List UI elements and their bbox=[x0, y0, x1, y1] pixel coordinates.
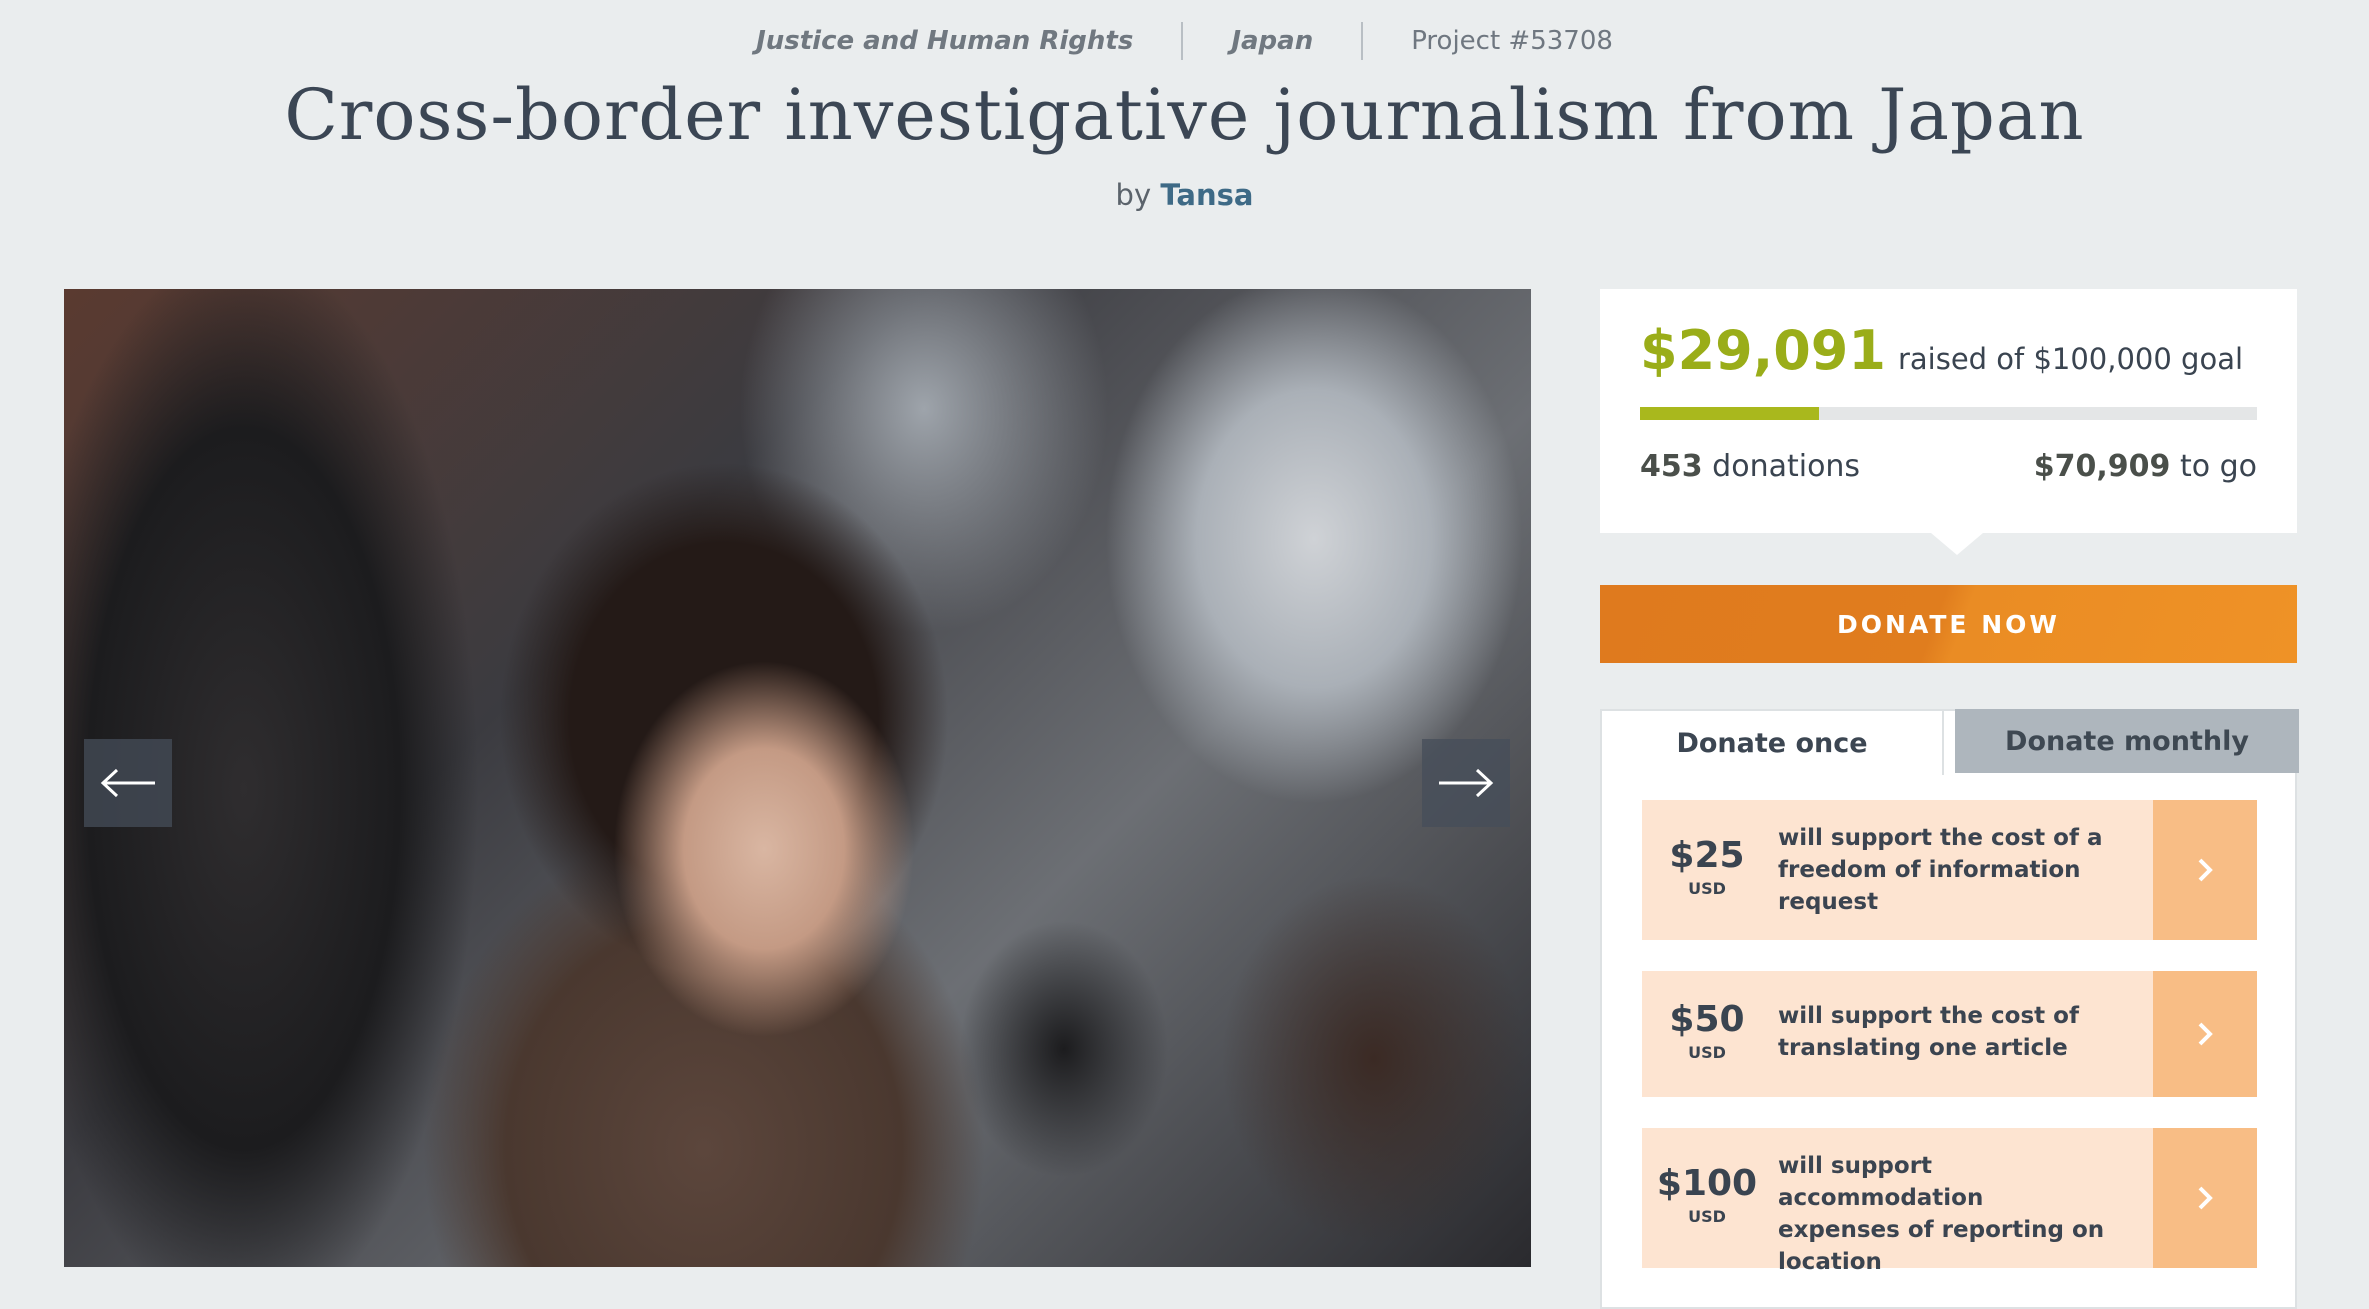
arrow-left-icon bbox=[100, 768, 155, 798]
option-amount-value: $100 bbox=[1656, 1163, 1758, 1204]
project-photo bbox=[64, 289, 1531, 1267]
to-go-number: $70,909 bbox=[2033, 449, 2171, 484]
option-currency: USD bbox=[1688, 1207, 1726, 1226]
option-amount-value: $50 bbox=[1669, 999, 1745, 1040]
donation-option-25[interactable]: $25 USD will support the cost of a freed… bbox=[1642, 800, 2257, 940]
carousel-next-button[interactable] bbox=[1422, 739, 1510, 827]
breadcrumb-country-link[interactable]: Japan bbox=[1183, 24, 1361, 58]
funding-progress-fill bbox=[1640, 407, 1820, 420]
arrow-right-icon bbox=[1439, 768, 1494, 798]
raised-row: $29,091 raised of $100,000 goal bbox=[1640, 319, 2243, 382]
option-description: will support the cost of translating one… bbox=[1778, 1003, 2079, 1061]
donate-now-button[interactable]: DONATE NOW bbox=[1600, 585, 2297, 663]
option-amount: $25 USD bbox=[1642, 835, 1772, 898]
donations-count: 453 donations bbox=[1640, 449, 1860, 484]
donations-number: 453 bbox=[1640, 449, 1703, 484]
chevron-right-icon bbox=[2198, 1022, 2213, 1046]
funding-summary: $29,091 raised of $100,000 goal 453 dona… bbox=[1600, 289, 2297, 555]
donation-option-50[interactable]: $50 USD will support the cost of transla… bbox=[1642, 971, 2257, 1097]
option-select-button[interactable] bbox=[2153, 800, 2257, 940]
breadcrumb: Justice and Human Rights Japan Project #… bbox=[0, 22, 2369, 60]
chevron-right-icon bbox=[2198, 858, 2213, 882]
raised-goal-text: raised of $100,000 goal bbox=[1897, 342, 2244, 376]
project-id: Project #53708 bbox=[1411, 26, 1613, 56]
breadcrumb-category-link[interactable]: Justice and Human Rights bbox=[708, 24, 1181, 58]
tab-donate-once[interactable]: Donate once bbox=[1600, 709, 1944, 775]
byline-prefix: by bbox=[1115, 178, 1152, 212]
donation-option-100[interactable]: $100 USD will support accommodation expe… bbox=[1642, 1128, 2257, 1275]
to-go-label: to go bbox=[2179, 449, 2257, 484]
donations-label: donations bbox=[1712, 449, 1861, 484]
page-title: Cross-border investigative journalism fr… bbox=[284, 74, 2085, 156]
donation-options-panel: Donate once Donate monthly $25 USD will … bbox=[1600, 709, 2299, 1309]
carousel-prev-button[interactable] bbox=[84, 739, 172, 827]
option-select-button[interactable] bbox=[2153, 1128, 2257, 1268]
option-select-button[interactable] bbox=[2153, 971, 2257, 1097]
option-amount: $100 USD bbox=[1642, 1163, 1772, 1226]
byline: by Tansa bbox=[0, 178, 2369, 212]
funding-progress-bar bbox=[1640, 407, 2257, 420]
organization-link[interactable]: Tansa bbox=[1160, 178, 1253, 212]
tab-donate-monthly[interactable]: Donate monthly bbox=[1955, 709, 2299, 773]
raised-amount: $29,091 bbox=[1640, 319, 1886, 382]
option-description: will support the cost of a freedom of in… bbox=[1778, 825, 2103, 915]
option-amount: $50 USD bbox=[1642, 999, 1772, 1062]
chevron-right-icon bbox=[2198, 1186, 2213, 1210]
option-currency: USD bbox=[1688, 879, 1726, 898]
option-amount-value: $25 bbox=[1669, 835, 1745, 876]
amount-to-go: $70,909 to go bbox=[2034, 449, 2257, 484]
option-description: will support accommodation expenses of r… bbox=[1778, 1153, 2105, 1275]
option-currency: USD bbox=[1688, 1043, 1726, 1062]
